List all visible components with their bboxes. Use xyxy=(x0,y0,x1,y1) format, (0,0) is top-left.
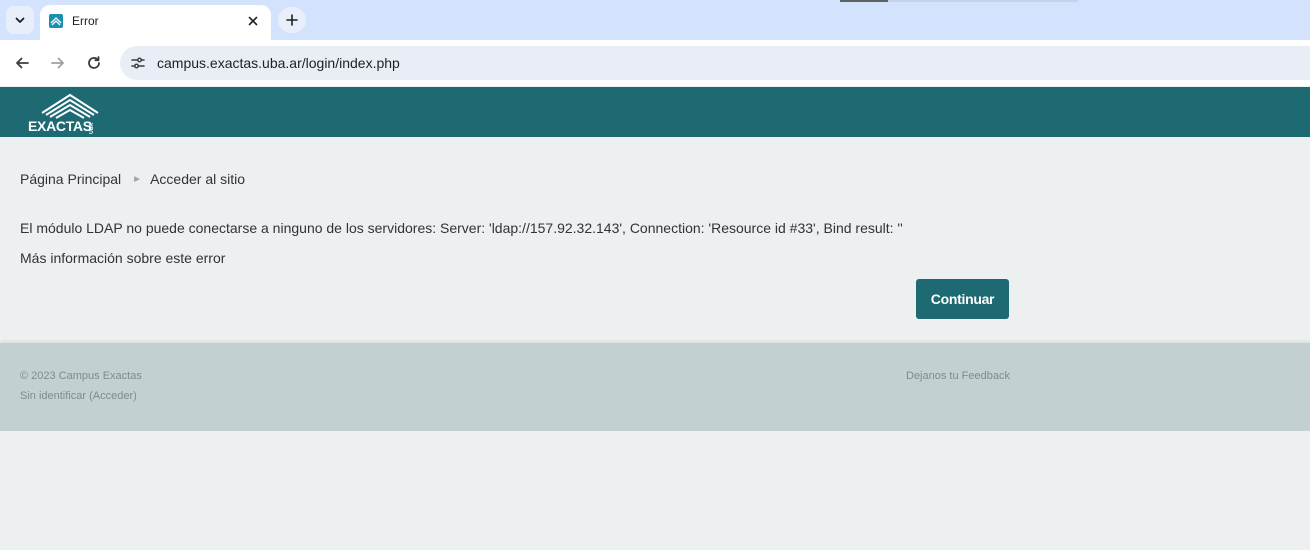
back-arrow-icon[interactable] xyxy=(9,50,35,76)
more-info-link[interactable]: Más información sobre este error xyxy=(20,250,225,266)
close-icon[interactable] xyxy=(243,11,263,31)
browser-tab[interactable]: Error xyxy=(40,5,271,40)
site-header: EXACTAS UBA xyxy=(0,87,1310,137)
breadcrumb-current: Acceder al sitio xyxy=(150,171,246,187)
tab-title: Error xyxy=(72,14,99,28)
breadcrumb-home-link[interactable]: Página Principal xyxy=(20,171,121,187)
logo-text: EXACTAS xyxy=(28,118,92,134)
error-message: El módulo LDAP no puede conectarse a nin… xyxy=(20,220,903,236)
favicon-icon xyxy=(49,14,63,28)
logo-sub: UBA xyxy=(89,123,95,134)
page-footer: © 2023 Campus Exactas Sin identificar (A… xyxy=(0,343,1310,431)
feedback-link[interactable]: Dejanos tu Feedback xyxy=(906,370,1010,382)
reload-icon[interactable] xyxy=(81,50,107,76)
breadcrumb: Página Principal ► Acceder al sitio xyxy=(20,171,245,187)
plus-icon[interactable] xyxy=(278,7,306,33)
breadcrumb-separator-icon: ► xyxy=(132,173,143,185)
address-bar[interactable]: campus.exactas.uba.ar/login/index.php xyxy=(120,46,1310,80)
browser-tab-strip: Error xyxy=(0,0,1310,40)
exactas-logo[interactable]: EXACTAS UBA xyxy=(28,91,100,135)
window-drag-area xyxy=(840,0,888,2)
window-drag-area-highlight xyxy=(888,0,1078,2)
tab-dropdown-icon[interactable] xyxy=(6,6,34,34)
forward-arrow-icon[interactable] xyxy=(45,50,71,76)
footer-copyright: © 2023 Campus Exactas xyxy=(20,370,142,382)
continue-button[interactable]: Continuar xyxy=(916,279,1009,319)
footer-login-status[interactable]: Sin identificar (Acceder) xyxy=(20,390,137,402)
browser-toolbar: campus.exactas.uba.ar/login/index.php xyxy=(0,40,1310,86)
url-text: campus.exactas.uba.ar/login/index.php xyxy=(157,55,400,71)
site-settings-icon[interactable] xyxy=(128,53,148,73)
